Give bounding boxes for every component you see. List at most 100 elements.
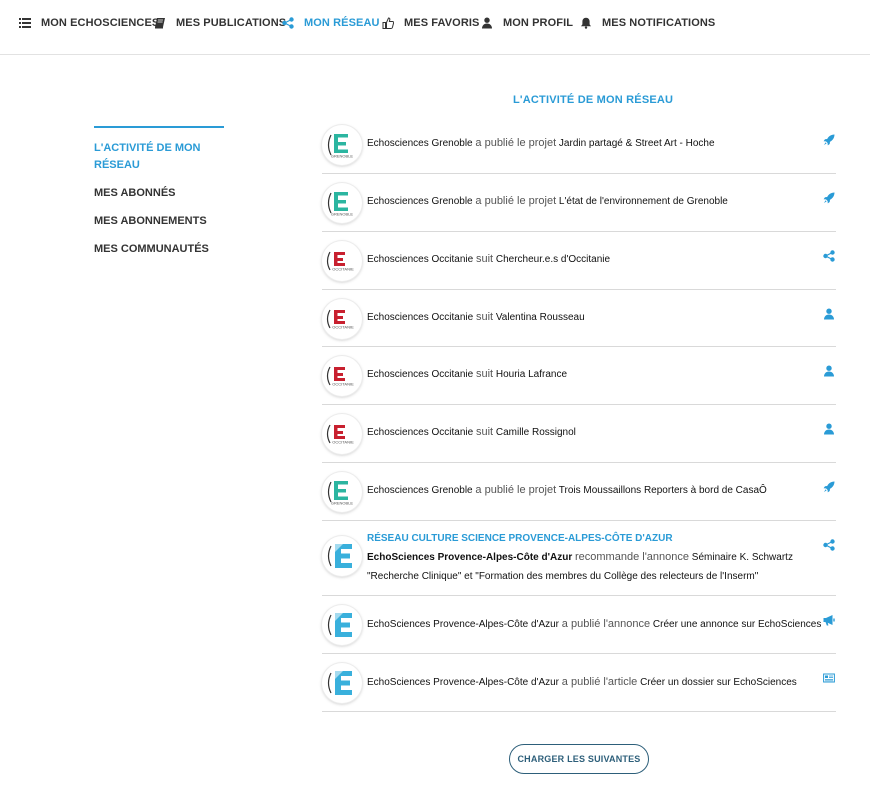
feed-item-actor[interactable]: EchoSciences Provence-Alpes-Côte d'Azur [367, 552, 572, 563]
feed-item-object[interactable]: Créer une annonce sur EchoSciences [653, 619, 821, 630]
sidebar-active-indicator [94, 126, 224, 128]
feed-item-verb: suit [475, 368, 494, 380]
feed-item-text: Echosciences Grenoble a publié le projet… [367, 481, 767, 500]
feed-item: OCCITANIE Echosciences Occitanie suit Hou… [322, 347, 836, 405]
feed-item: OCCITANIE Echosciences Occitanie suit Che… [322, 232, 836, 290]
feed-item-actor[interactable]: Echosciences Grenoble [367, 196, 473, 207]
feed-item-text: Echosciences Occitanie suit Camille Ross… [367, 423, 576, 442]
feed-item-object[interactable]: Houria Lafrance [496, 369, 567, 380]
feed-item-verb: a publié le projet [475, 137, 557, 149]
grenoble-avatar[interactable]: GRENOBLE [322, 183, 362, 223]
feed-item-actor[interactable]: Echosciences Occitanie [367, 312, 473, 323]
bell-icon [579, 17, 593, 29]
avatar-label: GRENOBLE [331, 501, 354, 506]
nav-item-mon-reseau[interactable]: MON RÉSEAU [281, 16, 380, 30]
sidebar-item-abonnes[interactable]: MES ABONNÉS [94, 185, 176, 202]
feed-item-actor[interactable]: Echosciences Grenoble [367, 138, 473, 149]
feed-item-object-continued[interactable]: "Recherche Clinique" et "Formation des m… [367, 571, 758, 582]
feed-item-object[interactable]: Séminaire K. Schwartz [692, 552, 793, 563]
grenoble-avatar[interactable]: GRENOBLE [322, 472, 362, 512]
share-icon [823, 539, 835, 551]
user-icon [823, 365, 835, 377]
nav-item-mon-profil[interactable]: MON PROFIL [480, 16, 573, 30]
occitanie-avatar[interactable]: OCCITANIE [322, 241, 362, 281]
feed-item: GRENOBLE Echosciences Grenoble a publié l… [322, 174, 836, 232]
feed-item: OCCITANIE Echosciences Occitanie suit Cam… [322, 405, 836, 463]
nav-item-mes-favoris[interactable]: MES FAVORIS [381, 16, 479, 30]
feed-item-verb: a publié l'annonce [561, 618, 651, 630]
megaphone-icon [823, 614, 835, 626]
paca-avatar[interactable] [322, 536, 362, 576]
feed-item-object[interactable]: Chercheur.e.s d'Occitanie [496, 254, 610, 265]
occitanie-avatar[interactable]: OCCITANIE [322, 299, 362, 339]
feed-item-object[interactable]: L'état de l'environnement de Grenoble [559, 196, 728, 207]
feed-item-group-link[interactable]: RÉSEAU CULTURE SCIENCE PROVENCE-ALPES-CÔ… [367, 529, 793, 548]
rocket-icon [823, 481, 835, 493]
feed-item-verb: a publié le projet [475, 195, 557, 207]
feed-item-actor[interactable]: Echosciences Occitanie [367, 254, 473, 265]
feed-item: RÉSEAU CULTURE SCIENCE PROVENCE-ALPES-CÔ… [322, 521, 836, 596]
feed-item-verb: recommande l'annonce [575, 551, 690, 563]
grenoble-avatar[interactable]: GRENOBLE [322, 125, 362, 165]
thumbs-up-icon [381, 17, 395, 29]
avatar-label: OCCITANIE [332, 325, 354, 330]
feed-item-object[interactable]: Créer un dossier sur EchoSciences [640, 677, 797, 688]
feed-item-verb: a publié le projet [475, 484, 557, 496]
feed-item-actor[interactable]: EchoSciences Provence-Alpes-Côte d'Azur [367, 619, 559, 630]
newspaper-icon [823, 672, 835, 684]
avatar-label: GRENOBLE [331, 154, 354, 159]
load-more-button[interactable]: CHARGER LES SUIVANTES [509, 744, 649, 774]
sidebar-item-communautes[interactable]: MES COMMUNAUTÉS [94, 241, 209, 258]
avatar-label: OCCITANIE [332, 382, 354, 387]
feed-item-text: EchoSciences Provence-Alpes-Côte d'Azur … [367, 615, 821, 634]
feed-item-text: Echosciences Grenoble a publié le projet… [367, 192, 728, 211]
nav-item-label: MES PUBLICATIONS [176, 17, 287, 29]
feed-item-actor[interactable]: Echosciences Grenoble [367, 485, 473, 496]
nav-item-label: MON PROFIL [503, 17, 574, 29]
feed-item-text: Echosciences Occitanie suit Houria Lafra… [367, 365, 567, 384]
feed-item-text: Echosciences Occitanie suit Chercheur.e.… [367, 250, 610, 269]
occitanie-avatar[interactable]: OCCITANIE [322, 414, 362, 454]
nav-item-label: MON RÉSEAU [304, 17, 380, 29]
feed-item-actor[interactable]: EchoSciences Provence-Alpes-Côte d'Azur [367, 677, 559, 688]
nav-item-label: MON ECHOSCIENCES [41, 17, 160, 29]
nav-item-label: MES FAVORIS [404, 17, 480, 29]
feed-item-text: RÉSEAU CULTURE SCIENCE PROVENCE-ALPES-CÔ… [367, 529, 793, 586]
rocket-icon [823, 192, 835, 204]
share-icon [281, 17, 295, 29]
feed-item-object[interactable]: Camille Rossignol [496, 427, 576, 438]
feed-item: GRENOBLE Echosciences Grenoble a publié l… [322, 463, 836, 521]
feed-item-actor[interactable]: Echosciences Occitanie [367, 427, 473, 438]
feed-item-verb: a publié l'article [561, 676, 638, 688]
feed-item-text: Echosciences Occitanie suit Valentina Ro… [367, 308, 585, 327]
feed-item-verb: suit [475, 253, 494, 265]
user-icon [823, 308, 835, 320]
feed-item: EchoSciences Provence-Alpes-Côte d'Azur … [322, 596, 836, 654]
feed-item-object[interactable]: Jardin partagé & Street Art - Hoche [559, 138, 715, 149]
nav-item-mon-echosciences[interactable]: MON ECHOSCIENCES [18, 16, 159, 30]
feed-item-object[interactable]: Trois Moussaillons Reporters à bord de C… [559, 485, 767, 496]
avatar-label: GRENOBLE [331, 212, 354, 217]
nav-item-mes-notifications[interactable]: MES NOTIFICATIONS [579, 16, 715, 30]
feed-item-object[interactable]: Valentina Rousseau [496, 312, 585, 323]
user-icon [823, 423, 835, 435]
feed-item-text: Echosciences Grenoble a publié le projet… [367, 134, 715, 153]
paca-avatar[interactable] [322, 663, 362, 703]
nav-item-label: MES NOTIFICATIONS [602, 17, 716, 29]
user-icon [480, 17, 494, 29]
feed-item-actor[interactable]: Echosciences Occitanie [367, 369, 473, 380]
feed-item: EchoSciences Provence-Alpes-Côte d'Azur … [322, 654, 836, 712]
feed-item-text: EchoSciences Provence-Alpes-Côte d'Azur … [367, 673, 797, 692]
page-title: L'ACTIVITÉ DE MON RÉSEAU [513, 94, 674, 106]
paca-avatar[interactable] [322, 605, 362, 645]
list-icon [18, 17, 32, 29]
sidebar-item-activite[interactable]: L'ACTIVITÉ DE MON RÉSEAU [94, 140, 204, 174]
sidebar-item-abonnements[interactable]: MES ABONNEMENTS [94, 213, 207, 230]
book-icon [153, 17, 167, 29]
occitanie-avatar[interactable]: OCCITANIE [322, 356, 362, 396]
feed-item: GRENOBLE Echosciences Grenoble a publié l… [322, 116, 836, 174]
nav-item-mes-publications[interactable]: MES PUBLICATIONS [153, 16, 286, 30]
top-navigation: MON ECHOSCIENCES MES PUBLICATIONS MON RÉ… [0, 0, 870, 55]
feed-item-verb: suit [475, 426, 494, 438]
avatar-label: OCCITANIE [332, 440, 354, 445]
